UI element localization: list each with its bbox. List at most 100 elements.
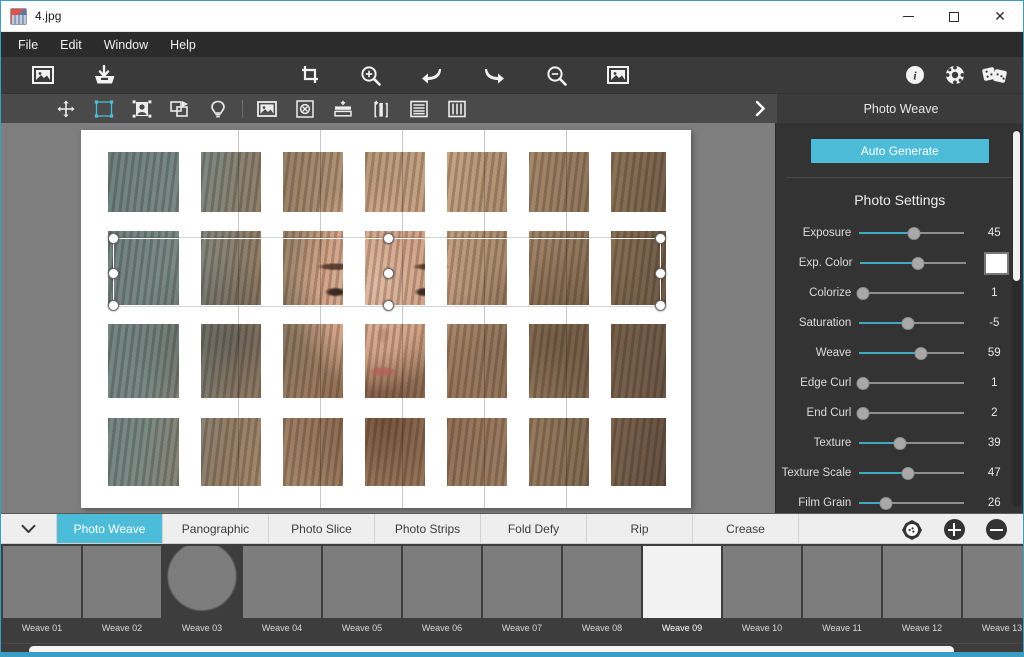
- selection-handle-top-right[interactable]: [655, 233, 666, 244]
- tab-photo-weave[interactable]: Photo Weave: [57, 514, 163, 543]
- horizontal-lines-button[interactable]: [400, 95, 438, 122]
- preset-preview-image: [563, 546, 641, 618]
- duplicate-shape-tool-button[interactable]: [161, 95, 199, 122]
- preset-thumbnail[interactable]: Weave 11: [803, 544, 881, 633]
- expand-toolbar-button[interactable]: [743, 94, 777, 123]
- slider-knob[interactable]: [914, 346, 928, 360]
- delete-mask-button[interactable]: [286, 95, 324, 122]
- select-rectangle-tool-icon: [94, 99, 114, 118]
- tab-crease[interactable]: Crease: [693, 514, 799, 543]
- slider-knob[interactable]: [911, 256, 925, 270]
- zoom-out-button[interactable]: [536, 58, 576, 92]
- select-rectangle-tool-button[interactable]: [85, 95, 123, 122]
- add-horizontal-strip-button[interactable]: [324, 95, 362, 122]
- fit-image-icon: [607, 66, 629, 84]
- menu-edit[interactable]: Edit: [49, 35, 93, 55]
- selection-handle-middle-left[interactable]: [108, 268, 119, 279]
- slider-knob[interactable]: [856, 376, 870, 390]
- slider-knob[interactable]: [901, 466, 915, 480]
- preset-thumbnail[interactable]: Weave 12: [883, 544, 961, 633]
- slider-colorize[interactable]: [856, 286, 964, 300]
- light-bulb-tool-button[interactable]: [199, 95, 237, 122]
- redo-button[interactable]: [474, 58, 514, 92]
- settings-panel-scrollbar[interactable]: [1012, 129, 1021, 507]
- preset-options-button[interactable]: [891, 519, 933, 541]
- slider-knob[interactable]: [901, 316, 915, 330]
- menu-file[interactable]: File: [7, 35, 49, 55]
- preset-thumbnail-selected[interactable]: Weave 09: [643, 544, 721, 633]
- zoom-in-button[interactable]: [350, 58, 390, 92]
- selection-handle-middle-right[interactable]: [655, 268, 666, 279]
- window-controls: ✕: [885, 1, 1023, 32]
- slider-knob[interactable]: [856, 286, 870, 300]
- canvas-area[interactable]: [1, 123, 776, 513]
- image-layer-button[interactable]: [248, 95, 286, 122]
- slider-knob[interactable]: [907, 226, 921, 240]
- menu-window[interactable]: Window: [93, 35, 159, 55]
- preset-thumbnail[interactable]: Weave 02: [83, 544, 161, 633]
- slider-edge-curl[interactable]: [856, 376, 964, 390]
- canvas-paper[interactable]: [81, 130, 691, 508]
- preset-thumbnail[interactable]: Weave 08: [563, 544, 641, 633]
- slider-texture-scale[interactable]: [859, 466, 964, 480]
- auto-generate-button[interactable]: Auto Generate: [810, 139, 989, 163]
- preset-thumbnail[interactable]: Weave 04: [243, 544, 321, 633]
- preset-thumbnail-strip[interactable]: Weave 01 Weave 02 Weave 03 Weave 04 Weav…: [1, 544, 1023, 648]
- selection-handle-top-center[interactable]: [383, 233, 394, 244]
- remove-preset-button[interactable]: [975, 519, 1017, 540]
- slider-texture[interactable]: [859, 436, 964, 450]
- selection-handle-center[interactable]: [383, 268, 394, 279]
- move-tool-button[interactable]: [47, 95, 85, 122]
- menu-help[interactable]: Help: [159, 35, 207, 55]
- selection-handle-bottom-right[interactable]: [655, 300, 666, 311]
- preset-preview-image: [3, 546, 81, 618]
- slider-knob[interactable]: [893, 436, 907, 450]
- slider-film-grain[interactable]: [859, 496, 964, 510]
- preset-thumbnail[interactable]: Weave 13: [963, 544, 1023, 633]
- slider-knob[interactable]: [879, 496, 893, 510]
- crop-button[interactable]: [290, 58, 330, 92]
- selection-rectangle[interactable]: [108, 233, 666, 311]
- collapse-presets-button[interactable]: [1, 514, 57, 543]
- slider-weave[interactable]: [859, 346, 964, 360]
- slider-saturation[interactable]: [859, 316, 964, 330]
- fit-image-button[interactable]: [598, 58, 638, 92]
- portrait-frame-tool-button[interactable]: [123, 95, 161, 122]
- exp-color-swatch[interactable]: [984, 251, 1010, 275]
- slider-exp-color[interactable]: [860, 256, 967, 270]
- randomize-dice-icon: [982, 67, 1007, 83]
- open-image-button[interactable]: [23, 58, 63, 92]
- slider-knob[interactable]: [856, 406, 870, 420]
- vertical-lines-button[interactable]: [438, 95, 476, 122]
- preset-thumbnail[interactable]: Weave 03: [163, 544, 241, 633]
- preset-preview-image: [483, 546, 561, 618]
- chevron-down-icon: [21, 524, 36, 533]
- preset-thumbnail[interactable]: Weave 06: [403, 544, 481, 633]
- slider-exposure[interactable]: [859, 226, 964, 240]
- close-button[interactable]: ✕: [977, 1, 1023, 32]
- settings-panel-scroll-thumb[interactable]: [1013, 131, 1020, 281]
- selection-handle-bottom-center[interactable]: [383, 300, 394, 311]
- preset-thumbnail[interactable]: Weave 07: [483, 544, 561, 633]
- preset-thumbnail[interactable]: Weave 10: [723, 544, 801, 633]
- tab-rip[interactable]: Rip: [587, 514, 693, 543]
- save-image-button[interactable]: [85, 58, 125, 92]
- tab-fold-defy[interactable]: Fold Defy: [481, 514, 587, 543]
- tab-panographic[interactable]: Panographic: [163, 514, 269, 543]
- undo-button[interactable]: [412, 58, 452, 92]
- info-button[interactable]: i: [895, 58, 935, 92]
- maximize-button[interactable]: [931, 1, 977, 32]
- settings-button[interactable]: [935, 58, 975, 92]
- remove-preset-icon: [985, 519, 1007, 540]
- add-vertical-strip-button[interactable]: [362, 95, 400, 122]
- selection-handle-bottom-left[interactable]: [108, 300, 119, 311]
- randomize-button[interactable]: [975, 58, 1015, 92]
- tab-photo-strips[interactable]: Photo Strips: [375, 514, 481, 543]
- preset-thumbnail[interactable]: Weave 05: [323, 544, 401, 633]
- tab-photo-slice[interactable]: Photo Slice: [269, 514, 375, 543]
- minimize-button[interactable]: [885, 1, 931, 32]
- slider-end-curl[interactable]: [856, 406, 964, 420]
- add-preset-button[interactable]: [933, 519, 975, 540]
- preset-thumbnail[interactable]: Weave 01: [3, 544, 81, 633]
- selection-handle-top-left[interactable]: [108, 233, 119, 244]
